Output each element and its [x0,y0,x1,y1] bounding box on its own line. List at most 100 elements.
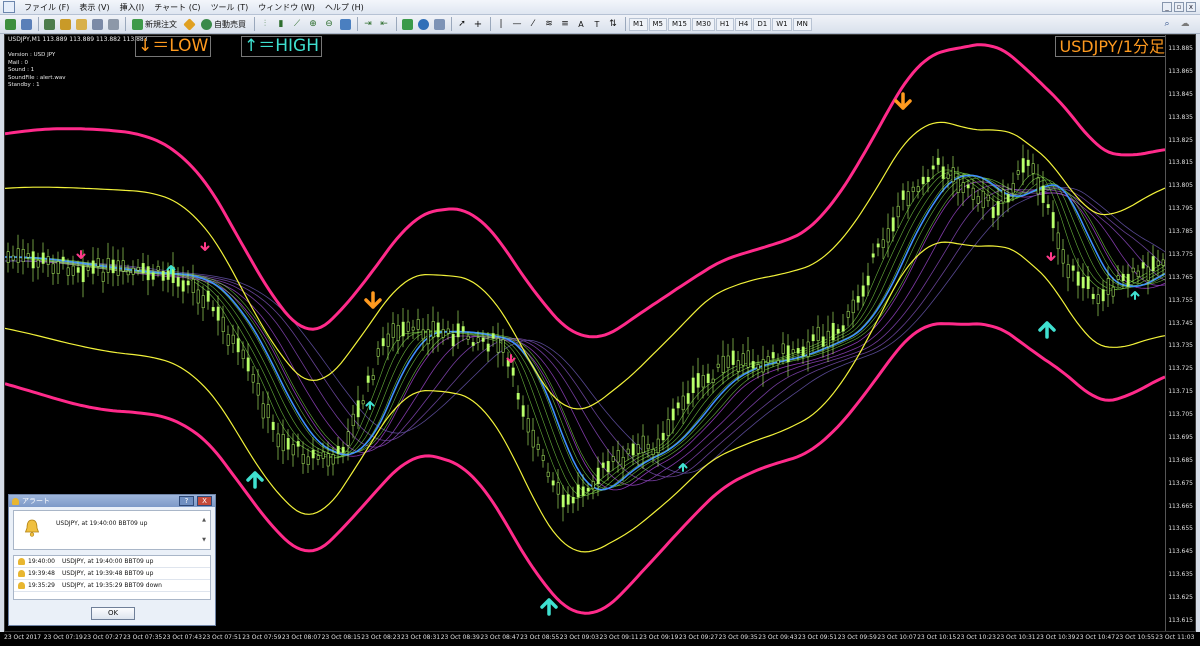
zoom-in-button[interactable]: ⊕ [306,17,320,32]
candle-body [421,329,425,340]
candle-body [971,187,975,200]
market-watch-button[interactable] [42,17,56,32]
candle-body [671,408,675,421]
arrows-button[interactable]: ⇅ [606,17,620,32]
new-order-button[interactable]: 新規注文 [129,17,180,32]
close-button[interactable]: X [197,496,212,506]
ok-button[interactable]: OK [91,607,135,620]
community-button[interactable]: ☁ [1178,17,1192,32]
candle-body [346,431,350,446]
candle-body [191,278,195,293]
help-button[interactable]: ? [179,496,194,506]
label-button[interactable]: T [590,17,604,32]
candle-body [411,326,415,331]
zoom-out-button[interactable]: ⊖ [322,17,336,32]
auto-scroll-button[interactable]: ⇥ [361,17,375,32]
bar-chart-button[interactable]: ⫶ [258,17,272,32]
timeframe-h1[interactable]: H1 [715,17,734,31]
menu-chart[interactable]: チャート (C) [149,2,205,13]
menu-view[interactable]: 表示 (V) [74,2,114,13]
terminal-window: ファイル (F) 表示 (V) 挿入(I) チャート (C) ツール (T) ウ… [0,0,1200,646]
close-icon[interactable]: x [1186,2,1196,12]
candle-body [716,363,720,368]
meta-editor-button[interactable] [182,17,196,32]
window-controls: _ ▫ x [1162,2,1196,12]
high-signal-arrow [1038,321,1056,339]
alert-log-row[interactable]: 19:39:48 USDJPY, at 19:39:48 BBT09 up [14,568,210,580]
chart-shift-button[interactable]: ⇤ [377,17,391,32]
tile-icon [339,18,351,30]
timeframe-m1[interactable]: M1 [629,17,648,31]
data-window-button[interactable] [58,17,72,32]
timeframe-m30[interactable]: M30 [691,17,715,31]
minimize-icon[interactable]: _ [1162,2,1172,12]
periods-button[interactable] [416,17,430,32]
timeframe-m15[interactable]: M15 [668,17,691,31]
scroll-up-icon[interactable]: ▲ [202,517,206,523]
candle-body [76,267,80,273]
templates-button[interactable] [432,17,446,32]
trendline-button[interactable]: ⁄ [526,17,540,32]
line-chart-button[interactable]: ⟋ [290,17,304,32]
menu-help[interactable]: ヘルプ (H) [320,2,369,13]
tester-button[interactable] [106,17,120,32]
alert-log-row[interactable]: 19:35:29 USDJPY, at 19:35:29 BBT09 down [14,580,210,592]
candle-body [976,196,980,204]
fibo-button[interactable]: ≡ [558,17,572,32]
new-chart-button[interactable] [3,17,17,32]
channel-button[interactable]: ≋ [542,17,556,32]
search-button[interactable]: ⌕ [1160,17,1174,32]
navigator-icon [75,18,87,30]
horizontal-line-button[interactable]: — [510,17,524,32]
menu-file[interactable]: ファイル (F) [19,2,74,13]
candle-chart-button[interactable]: ▮ [274,17,288,32]
time-tick-label: 23 Oct 07:35 [123,634,163,641]
time-tick-label: 23 Oct 08:07 [281,634,322,641]
candle-body [1131,267,1135,273]
timeframe-h4[interactable]: H4 [734,17,753,31]
candle-body [951,167,955,183]
label-icon: T [594,19,600,29]
time-tick-label: 23 Oct 08:23 [361,634,401,641]
menu-insert[interactable]: 挿入(I) [115,2,150,13]
text-button[interactable]: A [574,17,588,32]
auto-trade-button[interactable]: 自動売買 [198,17,249,32]
tile-windows-button[interactable] [338,17,352,32]
price-tick-label: 113.805 [1168,182,1193,190]
timeframe-w1[interactable]: W1 [772,17,792,31]
candle-body [246,357,250,372]
terminal-button[interactable] [90,17,104,32]
vertical-line-button[interactable]: | [494,17,508,32]
timeframe-mn[interactable]: MN [792,17,812,31]
candle-body [186,280,190,286]
price-tick-label: 113.615 [1168,617,1193,624]
time-axis[interactable]: 23 Oct 2017 23 Oct 07:19 23 Oct 07:27 23 Oc… [0,632,1200,646]
crosshair-button[interactable]: + [471,17,485,32]
candle-body [606,461,610,473]
candle-body [1136,270,1140,277]
timeframe-d1[interactable]: D1 [753,17,772,31]
timeframe-m5[interactable]: M5 [648,17,667,31]
menu-window[interactable]: ウィンドウ (W) [253,2,320,13]
candle-body [1086,276,1090,289]
cursor-button[interactable]: ➚ [455,17,469,32]
candle-body [746,350,750,368]
candle-body [456,323,460,338]
alert-bell-icon [24,519,40,537]
navigator-button[interactable] [74,17,88,32]
scroll-down-icon[interactable]: ▼ [202,537,206,543]
ma-ribbon-line [5,187,1166,474]
candle-body [196,289,200,304]
restore-icon[interactable]: ▫ [1174,2,1184,12]
price-tick-label: 113.885 [1168,45,1193,52]
candle-body [871,253,875,258]
menu-tools[interactable]: ツール (T) [206,2,254,13]
small-down-arrow [1046,252,1056,261]
candle-body [491,333,495,339]
candle-body [946,173,950,179]
price-axis[interactable]: 113.885 113.865 113.845 113.835 113.825 113.8… [1165,35,1195,631]
profiles-button[interactable] [19,17,33,32]
indicators-button[interactable] [400,17,414,32]
alert-log-row[interactable]: 19:40:00 USDJPY, at 19:40:00 BBT09 up [14,556,210,568]
alert-titlebar[interactable]: アラート ? X [9,495,215,507]
